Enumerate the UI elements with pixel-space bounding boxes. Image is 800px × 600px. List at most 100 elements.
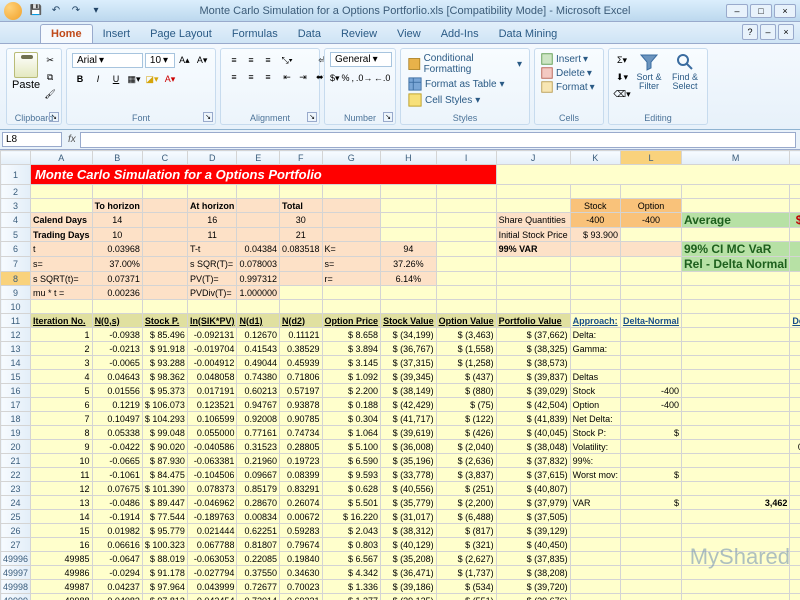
row-header[interactable]: 26	[1, 524, 31, 538]
grow-font-icon[interactable]: A▴	[177, 52, 193, 68]
cell[interactable]	[142, 213, 187, 228]
cell[interactable]: $ (6,488)	[436, 510, 496, 524]
cell[interactable]	[682, 272, 790, 286]
cell[interactable]	[92, 300, 142, 314]
cell[interactable]: 16	[187, 213, 237, 228]
cell[interactable]	[496, 286, 570, 300]
fill-icon[interactable]: ⬇▾	[614, 69, 630, 85]
cell[interactable]	[142, 185, 187, 199]
cell[interactable]	[570, 257, 620, 272]
cell[interactable]	[682, 538, 790, 552]
cell[interactable]	[280, 185, 323, 199]
increase-indent-icon[interactable]: ⇥	[295, 69, 311, 85]
col-header-E[interactable]: E	[237, 151, 280, 165]
cell[interactable]: $ 87.930	[142, 454, 187, 468]
row-header[interactable]: 49999	[1, 594, 31, 600]
cell[interactable]	[31, 199, 93, 213]
cell[interactable]	[682, 328, 790, 342]
cell[interactable]: Average	[682, 213, 790, 228]
cell[interactable]: 0.77161	[237, 426, 280, 440]
cell[interactable]: 60.188%	[790, 257, 800, 272]
cell[interactable]: $	[620, 468, 681, 482]
cell[interactable]: -0.0938	[92, 328, 142, 342]
cell[interactable]: $ (3,837)	[436, 468, 496, 482]
cell[interactable]: 49986	[31, 566, 93, 580]
cell[interactable]: $ (38,325)	[496, 342, 570, 356]
cell[interactable]: 21	[280, 228, 323, 242]
cell[interactable]: $ (38,573)	[496, 356, 570, 370]
cell[interactable]	[381, 300, 437, 314]
cell[interactable]: 7	[31, 412, 93, 426]
cell[interactable]: 0.043999	[187, 580, 237, 594]
cell[interactable]: 2.3263	[790, 454, 800, 468]
tab-review[interactable]: Review	[331, 25, 387, 43]
cell[interactable]: $ (1,558)	[436, 342, 496, 356]
cell[interactable]: Gamma:	[570, 342, 620, 356]
cell[interactable]: $ 106.073	[142, 398, 187, 412]
cell[interactable]: 0.71806	[280, 370, 323, 384]
cell[interactable]: 0.93878	[280, 398, 323, 412]
cell[interactable]: $ 0.188	[322, 398, 381, 412]
cell[interactable]: 9	[31, 440, 93, 454]
cell[interactable]	[496, 185, 570, 199]
currency-icon[interactable]: $▾	[330, 70, 340, 86]
cell[interactable]: $ (37,615)	[496, 468, 570, 482]
cell[interactable]	[682, 286, 790, 300]
col-header-D[interactable]: D	[187, 151, 237, 165]
cell[interactable]: 15	[31, 524, 93, 538]
cell[interactable]: $	[620, 426, 681, 440]
cell[interactable]: 0.1219	[92, 398, 142, 412]
cell[interactable]	[620, 370, 681, 384]
cell[interactable]: $ (39,720)	[496, 580, 570, 594]
underline-button[interactable]: U	[108, 71, 124, 87]
cell[interactable]: 0.09667	[237, 468, 280, 482]
cell[interactable]	[620, 440, 681, 454]
cell[interactable]: T-t	[187, 242, 237, 257]
cell[interactable]	[187, 300, 237, 314]
cell[interactable]: $ (1,258)	[436, 356, 496, 370]
cell[interactable]	[570, 538, 620, 552]
cell[interactable]: $ (36,008)	[381, 440, 437, 454]
cell[interactable]: $ (37,315)	[381, 356, 437, 370]
cell[interactable]: $ 101.390	[142, 482, 187, 496]
cell[interactable]: 37.26%	[381, 257, 437, 272]
col-header-K[interactable]: K	[570, 151, 620, 165]
cell[interactable]: 0.31523	[237, 440, 280, 454]
cell[interactable]: $ (534)	[436, 580, 496, 594]
cell[interactable]: 0.60213	[237, 384, 280, 398]
cell[interactable]: 49985	[31, 552, 93, 566]
cell[interactable]: $ (35,196)	[381, 454, 437, 468]
cell[interactable]: $ (39,676)	[496, 594, 570, 600]
cell[interactable]: -0.063381	[187, 454, 237, 468]
decrease-indent-icon[interactable]: ⇤	[279, 69, 295, 85]
fx-button[interactable]: fx	[64, 134, 80, 145]
cell[interactable]	[620, 524, 681, 538]
cell[interactable]	[237, 228, 280, 242]
row-header[interactable]: 17	[1, 398, 31, 412]
cell[interactable]: -0.046962	[187, 496, 237, 510]
cell[interactable]: $ (426)	[436, 426, 496, 440]
cell[interactable]: 0.74734	[280, 426, 323, 440]
cell[interactable]	[682, 398, 790, 412]
cell[interactable]: 94	[381, 242, 437, 257]
row-header[interactable]: 21	[1, 454, 31, 468]
cell[interactable]	[570, 242, 620, 257]
align-left-icon[interactable]: ≡	[226, 69, 242, 85]
cell[interactable]: 0.49044	[237, 356, 280, 370]
cell[interactable]: $ 77.544	[142, 510, 187, 524]
cell[interactable]: 0.92008	[237, 412, 280, 426]
cell[interactable]	[436, 228, 496, 242]
cell[interactable]: 30	[280, 213, 323, 228]
cell[interactable]	[570, 580, 620, 594]
cell[interactable]: $ 91.178	[142, 566, 187, 580]
cell[interactable]: $ (41,839)	[496, 412, 570, 426]
tab-data-mining[interactable]: Data Mining	[489, 25, 568, 43]
cell[interactable]: -0.1061	[92, 468, 142, 482]
row-header[interactable]: 2	[1, 185, 31, 199]
col-header-M[interactable]: M	[682, 151, 790, 165]
sort-filter-button[interactable]: Sort & Filter	[634, 52, 664, 91]
cell[interactable]: $ 1.064	[322, 426, 381, 440]
cell[interactable]: 1.000000	[237, 286, 280, 300]
cell[interactable]: $ 89.447	[142, 496, 187, 510]
cell[interactable]: $ (34,199)	[381, 328, 437, 342]
